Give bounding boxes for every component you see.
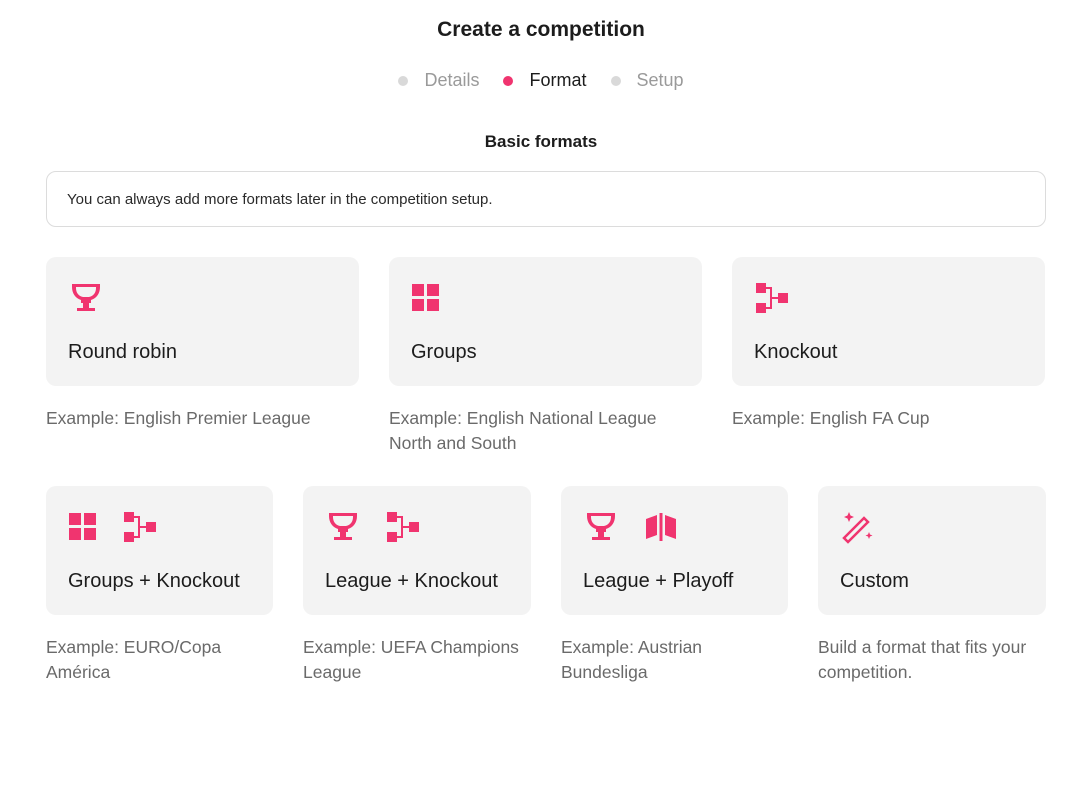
step-details[interactable]: Details xyxy=(398,70,479,91)
format-card-league-playoff[interactable]: League + Playoff xyxy=(561,486,788,615)
info-text: You can always add more formats later in… xyxy=(67,190,493,208)
info-box: You can always add more formats later in… xyxy=(46,171,1046,227)
format-card-groups-knockout[interactable]: Groups + Knockout xyxy=(46,486,273,615)
trophy-icon xyxy=(325,510,361,544)
card-example: Example: English FA Cup xyxy=(732,408,930,428)
step-label: Setup xyxy=(636,70,684,90)
card-label: Groups xyxy=(411,341,477,363)
card-example: Example: English National League North a… xyxy=(389,408,657,453)
card-label: Groups + Knockout xyxy=(68,570,240,592)
page-title: Create a competition xyxy=(437,18,645,41)
card-icons xyxy=(411,281,441,315)
trophy-icon xyxy=(68,281,104,315)
card-label: Custom xyxy=(840,570,909,592)
card-label: Knockout xyxy=(754,341,838,363)
format-card-league-knockout[interactable]: League + Knockout xyxy=(303,486,531,615)
card-icons xyxy=(754,281,790,315)
grid-icon xyxy=(411,283,441,313)
format-card-groups[interactable]: Groups xyxy=(389,257,702,386)
card-icons xyxy=(840,510,876,544)
card-example: Example: UEFA Champions League xyxy=(303,637,519,682)
magic-wand-icon xyxy=(840,510,876,544)
format-card-custom[interactable]: Custom xyxy=(818,486,1046,615)
bracket-icon xyxy=(122,510,158,544)
step-dot-active xyxy=(503,75,514,86)
card-example: Example: Austrian Bundesliga xyxy=(561,637,703,682)
bracket-icon xyxy=(385,510,421,544)
card-example: Example: English Premier League xyxy=(46,408,311,428)
card-icons xyxy=(583,510,679,544)
trophy-icon xyxy=(583,510,619,544)
bracket-icon xyxy=(754,281,790,315)
step-label: Format xyxy=(529,70,587,90)
card-example: Build a format that fits your competitio… xyxy=(818,637,1027,682)
card-icons xyxy=(325,510,421,544)
format-card-knockout[interactable]: Knockout xyxy=(732,257,1045,386)
step-dot xyxy=(398,75,409,86)
playoff-icon xyxy=(643,512,679,542)
format-card-round-robin[interactable]: Round robin xyxy=(46,257,359,386)
card-label: Round robin xyxy=(68,341,177,363)
card-label: League + Playoff xyxy=(583,570,734,592)
card-icons xyxy=(68,510,158,544)
grid-icon xyxy=(68,512,98,542)
section-title: Basic formats xyxy=(484,132,598,151)
step-setup[interactable]: Setup xyxy=(610,70,684,91)
step-dot xyxy=(610,75,621,86)
card-label: League + Knockout xyxy=(325,570,498,592)
stepper: Details Format Setup xyxy=(0,70,1082,91)
card-example: Example: EURO/Copa América xyxy=(46,637,222,682)
card-icons xyxy=(68,281,104,315)
step-format[interactable]: Format xyxy=(503,70,587,91)
step-label: Details xyxy=(424,70,480,90)
